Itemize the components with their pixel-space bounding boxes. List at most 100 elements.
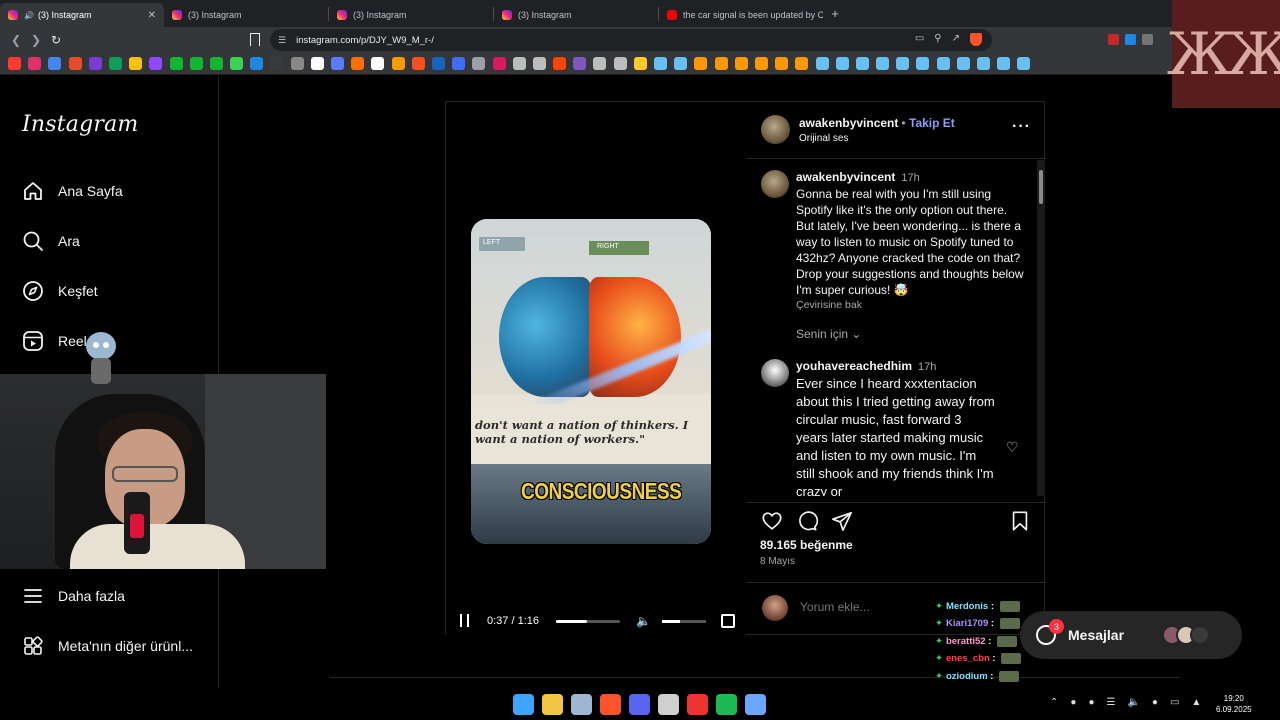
bookmark-icon[interactable] [815,57,829,70]
network-icon[interactable]: ▲ [1191,697,1201,708]
bookmark-icon[interactable] [956,57,970,70]
bookmark-icon[interactable] [553,57,567,70]
bookmark-icon[interactable] [230,57,244,70]
bookmark-icon[interactable] [573,57,587,70]
reload-icon[interactable]: ↻ [46,33,66,47]
bookmark-icon[interactable] [250,33,260,46]
epic-games-icon[interactable] [658,694,679,715]
avatar[interactable] [761,115,790,144]
spotify-icon[interactable] [716,694,737,715]
bookmark-icon[interactable] [452,57,466,70]
bookmark-icon[interactable] [1017,57,1031,70]
avatar[interactable] [761,170,789,198]
bookmark-icon[interactable] [290,57,304,70]
save-icon[interactable] [1008,509,1032,533]
bookmark-icon[interactable] [775,57,789,70]
tab-instagram-1[interactable]: 🔊 (3) Instagram ✕ [0,3,164,27]
extension-icon[interactable] [1108,34,1119,45]
share-icon[interactable] [830,509,854,533]
monitor-icon[interactable]: ▭ [1170,697,1179,708]
comments-list[interactable]: awakenbyvincent 17h Gonna be real with yo… [746,160,1046,496]
avatar[interactable] [761,359,789,387]
system-clock[interactable]: 19:20 6.09.2025 [1216,693,1252,715]
bookmark-icon[interactable] [714,57,728,70]
new-tab-button[interactable]: + [823,6,847,21]
bookmark-icon[interactable] [694,57,708,70]
comment-icon[interactable] [795,509,819,533]
bookmark-icon[interactable] [209,57,223,70]
bookmark-icon[interactable] [169,57,183,70]
bookmark-icon[interactable] [896,57,910,70]
zoom-icon[interactable]: ⚲ [934,33,941,46]
volume-icon[interactable]: 🔈 [1127,697,1139,708]
bookmark-icon[interactable] [916,57,930,70]
bookmark-icon[interactable] [876,57,890,70]
brave-shield-icon[interactable] [970,33,982,46]
bookmark-icon[interactable] [28,57,42,70]
bookmark-icon[interactable] [68,57,82,70]
scrollbar-thumb[interactable] [1039,170,1043,204]
bookmark-icon[interactable] [411,57,425,70]
bookmark-icon[interactable] [270,57,284,70]
bookmark-icon[interactable] [351,57,365,70]
bookmark-icon[interactable] [532,57,546,70]
bookmark-icon[interactable] [855,57,869,70]
volume-icon[interactable]: 🔈 [636,614,651,628]
bookmark-icon[interactable] [371,57,385,70]
brave-icon[interactable] [600,694,621,715]
discord-icon[interactable] [629,694,650,715]
bookmark-icon[interactable] [108,57,122,70]
steelseries-icon[interactable] [687,694,708,715]
bookmark-icon[interactable] [795,57,809,70]
bookmark-icon[interactable] [492,57,506,70]
tab-instagram-3[interactable]: (3) Instagram [329,3,493,27]
bookmark-icon[interactable] [613,57,627,70]
sidebar-item-search[interactable]: Ara [22,230,80,252]
bookmark-icon[interactable] [8,57,21,70]
sidebar-item-explore[interactable]: Keşfet [22,280,98,302]
audio-label[interactable]: Orijinal ses [799,133,848,144]
reel-player[interactable]: LEFT RIGHT don't want a nation of thinke… [446,102,746,636]
install-app-icon[interactable]: ▭ [915,33,924,46]
app-icon[interactable] [745,694,766,715]
bookmark-icon[interactable] [189,57,203,70]
volume-slider[interactable] [662,620,706,623]
bookmark-icon[interactable] [310,57,324,70]
comment-author[interactable]: awakenbyvincent [796,170,895,184]
tab-instagram-4[interactable]: (3) Instagram [494,3,658,27]
windows-start-icon[interactable] [513,694,534,715]
post-author-name[interactable]: awakenbyvincent [799,116,898,130]
sidebar-item-home[interactable]: Ana Sayfa [22,180,123,202]
post-author[interactable]: awakenbyvincent • [799,116,909,130]
tab-instagram-2[interactable]: (3) Instagram [164,3,328,27]
forward-icon[interactable]: ❯ [26,33,46,47]
pause-icon[interactable] [460,614,469,627]
comments-scrollbar[interactable] [1037,160,1045,496]
bookmark-icon[interactable] [734,57,748,70]
for-you-dropdown[interactable]: Senin için ⌄ [796,327,861,341]
bookmark-icon[interactable] [754,57,768,70]
comment-like-icon[interactable]: ♡ [1006,439,1019,456]
bookmark-icon[interactable] [129,57,143,70]
bookmark-icon[interactable] [633,57,647,70]
sidebar-item-more[interactable]: Daha fazla [22,585,125,607]
bookmark-icon[interactable] [835,57,849,70]
close-icon[interactable]: ✕ [148,10,156,21]
url-text[interactable]: instagram.com/p/DJY_W9_M_r-/ [296,35,434,46]
bookmark-icon[interactable] [593,57,607,70]
bookmark-icon[interactable] [48,57,62,70]
bookmark-icon[interactable] [88,57,102,70]
video-progress-bar[interactable] [556,620,620,623]
bookmark-icon[interactable] [331,57,344,70]
follow-button[interactable]: Takip Et [909,116,955,130]
address-bar[interactable]: ☰ instagram.com/p/DJY_W9_M_r-/ ▭ ⚲ ↗ [270,29,992,51]
chevron-up-icon[interactable]: ⌃ [1050,697,1058,708]
like-count[interactable]: 89.165 beğenme [760,538,853,552]
tray-app-icon[interactable]: ● [1088,697,1094,708]
tab-youtube[interactable]: the car signal is been updated by Ch [659,3,823,27]
like-icon[interactable] [760,509,784,533]
wifi-icon[interactable]: ☰ [1106,697,1115,708]
bookmark-icon[interactable] [250,57,264,70]
bookmark-icon[interactable] [997,57,1011,70]
bookmark-icon[interactable] [674,57,688,70]
